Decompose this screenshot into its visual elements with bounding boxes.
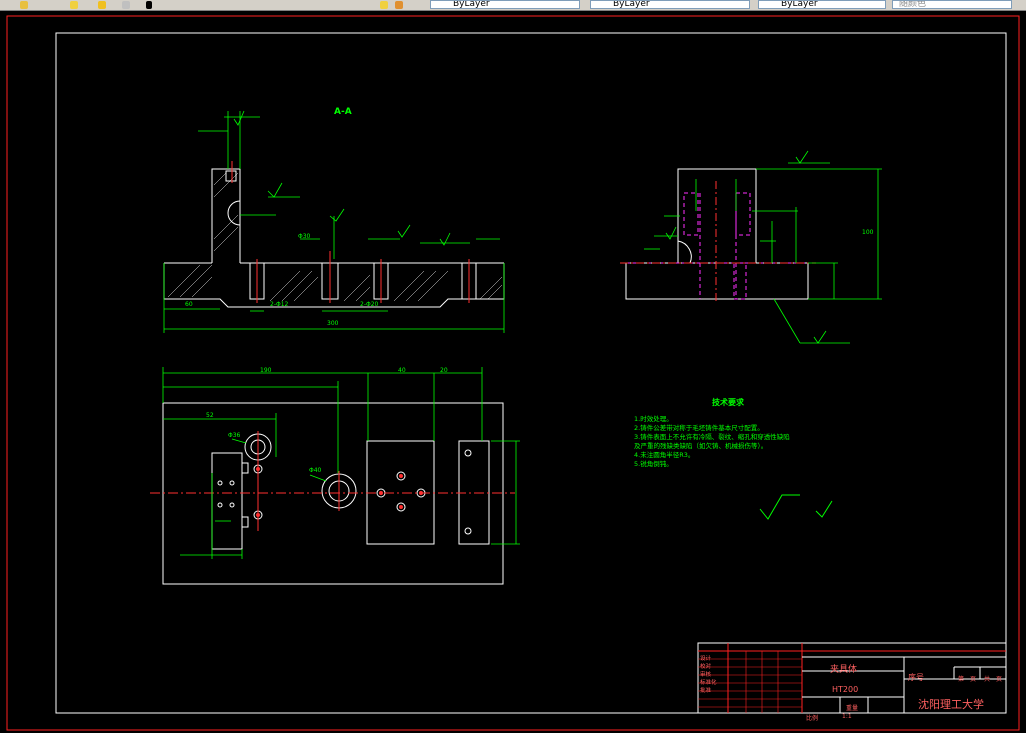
section-label: A-A bbox=[334, 107, 352, 117]
tech-req-line: 3.铸件表面上不允许有冷隔、裂纹、缩孔和穿透性缺陷 bbox=[634, 433, 790, 441]
plan-centerlines bbox=[150, 431, 515, 531]
dim-plan-190: 190 bbox=[260, 367, 272, 374]
dim-side-100: 100 bbox=[862, 229, 874, 236]
tech-req-line: 及严重的残缺类缺陷（如欠铸、机械损伤等）。 bbox=[634, 442, 768, 450]
sheet-info-2: 页 bbox=[970, 676, 977, 683]
dim-hole-phi30: Φ30 bbox=[298, 233, 311, 240]
row-label: 审核 bbox=[700, 672, 712, 678]
side-centerlines bbox=[620, 181, 816, 303]
side-view bbox=[625, 168, 809, 300]
lightbulb-icon[interactable] bbox=[70, 1, 78, 9]
dim-plan-20: 20 bbox=[440, 367, 448, 374]
side-dimensions bbox=[644, 150, 882, 344]
tech-req-line: 1.时效处理。 bbox=[634, 415, 673, 423]
toolbar: ByLayer ByLayer ByLayer 随颜色 bbox=[0, 0, 1026, 11]
tech-req-title: 技术要求 bbox=[712, 398, 744, 407]
plan-dimensions bbox=[162, 367, 520, 559]
color-dropdown[interactable]: ByLayer bbox=[430, 0, 580, 9]
sun-icon[interactable] bbox=[98, 1, 106, 9]
section-dimensions bbox=[163, 110, 505, 333]
side-hidden-lines bbox=[626, 192, 808, 300]
layer-icon[interactable] bbox=[20, 1, 28, 9]
row-label: 批准 bbox=[700, 688, 712, 694]
scale-label: 比例 bbox=[806, 715, 819, 722]
scale-value: 1:1 bbox=[842, 713, 852, 720]
tech-req-line: 4.未注圆角半径R3。 bbox=[634, 451, 695, 459]
dim-slot-2x20: 2-Φ20 bbox=[360, 301, 379, 308]
sheet-info-4: 页 bbox=[996, 676, 1003, 683]
linetype-dropdown[interactable]: ByLayer bbox=[590, 0, 750, 9]
part-name: 夹具体 bbox=[830, 665, 858, 675]
color-square-icon[interactable] bbox=[146, 1, 152, 9]
paper-border bbox=[6, 15, 1020, 731]
layer-previous-icon[interactable] bbox=[395, 1, 403, 9]
drawing-sheet bbox=[6, 15, 1020, 731]
dim-slot-2x12: 2-Φ12 bbox=[270, 301, 289, 308]
section-centerlines bbox=[231, 161, 470, 303]
material: HT200 bbox=[832, 685, 859, 694]
dim-plan-40: 40 bbox=[398, 367, 406, 374]
row-label: 校对 bbox=[700, 664, 712, 670]
dim-overall-length: 300 bbox=[327, 320, 339, 327]
dim-left-60: 60 bbox=[185, 301, 193, 308]
row-label: 标准化 bbox=[700, 680, 717, 686]
dim-plan-52: 52 bbox=[206, 412, 214, 419]
sheet-info-3: 共 bbox=[984, 676, 991, 683]
tech-req-list: 1.时效处理。 2.铸件公差带对称于毛坯铸件基本尺寸配置。 3.铸件表面上不允许… bbox=[634, 415, 790, 469]
sheet-info-1: 第 bbox=[958, 676, 965, 683]
section-hatch bbox=[167, 172, 503, 302]
drawing-canvas[interactable]: A-A 300 60 2-Φ12 2-Φ20 Φ30 190 52 Φ36 40… bbox=[0, 11, 1026, 733]
layer-states-icon[interactable] bbox=[380, 1, 388, 9]
dim-hole-phi40: Φ40 bbox=[309, 467, 322, 474]
row-label: 设计 bbox=[700, 656, 712, 662]
school-name: 沈阳理工大学 bbox=[918, 698, 984, 711]
roughness-symbol bbox=[759, 494, 833, 520]
lineweight-dropdown[interactable]: ByLayer bbox=[758, 0, 886, 9]
plotstyle-dropdown[interactable]: 随颜色 bbox=[892, 0, 1012, 9]
dim-plan-phi36: Φ36 bbox=[228, 432, 241, 439]
title-block-row-labels: 设计 校对 审核 标准化 批准 bbox=[700, 655, 717, 695]
tech-req-line: 2.铸件公差带对称于毛坯铸件基本尺寸配置。 bbox=[634, 424, 764, 432]
lock-icon[interactable] bbox=[122, 1, 130, 9]
seq-label: 序号 bbox=[908, 673, 924, 682]
tech-req-line: 5.锐角倒钝。 bbox=[634, 460, 673, 468]
weight-label: 重量 bbox=[846, 705, 859, 712]
